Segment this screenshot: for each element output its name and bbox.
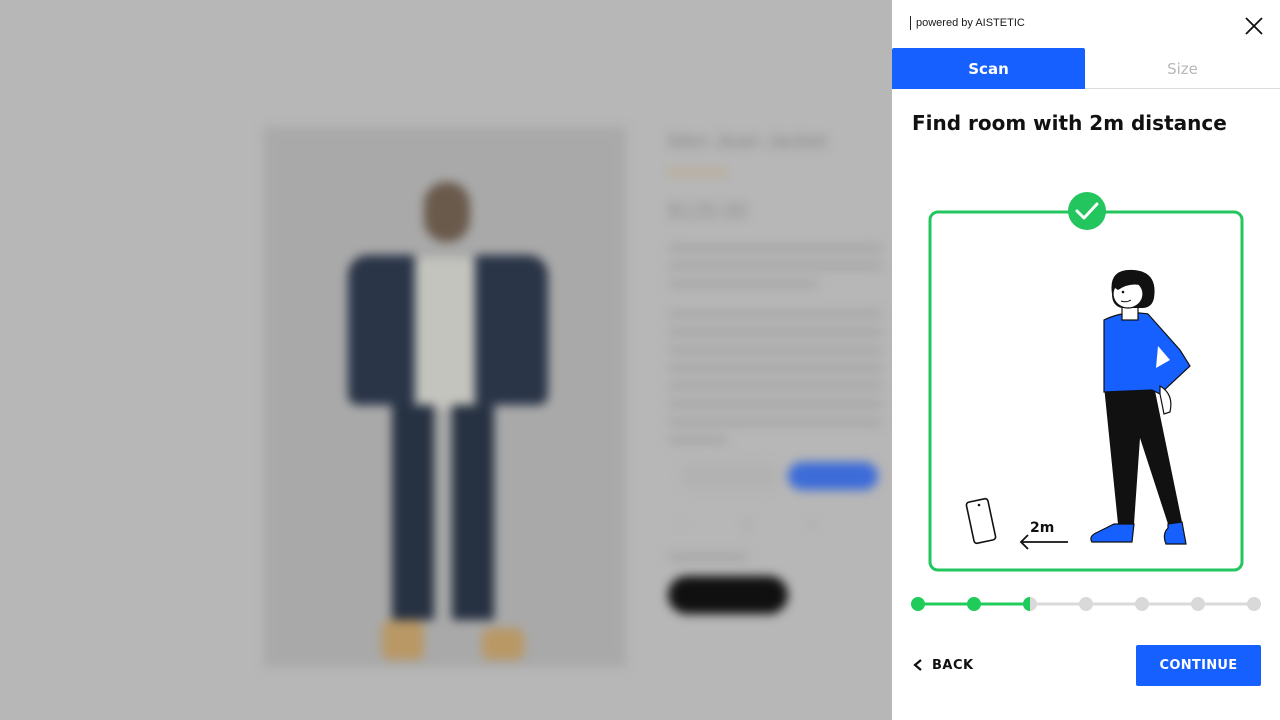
model-shoe-left: [382, 620, 424, 660]
progress-step: [911, 597, 925, 611]
progress-stepper: [911, 597, 1261, 611]
product-price: $120.00: [668, 198, 748, 223]
progress-step: [1135, 597, 1149, 611]
background-product-page: Men Jean Jacket ★★★★★ $120.00 − 1 +: [0, 0, 892, 720]
description-line: [668, 364, 883, 372]
description-line: [668, 262, 883, 270]
powered-by-label: powered by AISTETIC: [910, 16, 1025, 30]
continue-button[interactable]: CONTINUE: [1136, 645, 1261, 686]
model-jacket-left: [348, 255, 420, 405]
description-line: [668, 436, 728, 444]
description-line: [668, 400, 883, 408]
find-size-button: [788, 462, 878, 490]
model-leg-right: [452, 405, 494, 620]
progress-step: [1079, 597, 1093, 611]
tab-size[interactable]: Size: [1086, 48, 1279, 89]
model-shoe-right: [482, 628, 524, 660]
description-line: [668, 346, 883, 354]
model-head: [424, 182, 470, 242]
distance-label: 2m: [1030, 520, 1054, 536]
tab-scan[interactable]: Scan: [892, 48, 1085, 89]
stock-note: [668, 553, 748, 561]
progress-step: [1191, 597, 1205, 611]
model-leg-left: [392, 405, 434, 620]
chevron-left-icon: [913, 659, 922, 671]
description-line: [668, 244, 883, 252]
qty-value: 1: [742, 516, 750, 532]
description-line: [668, 382, 883, 390]
progress-step: [967, 597, 981, 611]
progress-step: [1247, 597, 1261, 611]
product-title: Men Jean Jacket: [668, 130, 827, 153]
product-rating: ★★★★★: [668, 165, 727, 179]
check-badge-icon: [1068, 192, 1106, 230]
description-line: [668, 280, 818, 288]
description-line: [668, 418, 883, 426]
description-line: [668, 310, 883, 318]
model-jacket-right: [470, 255, 548, 405]
model-shirt: [415, 258, 475, 408]
step-title: Find room with 2m distance: [912, 111, 1227, 135]
tab-bar: Scan Size: [892, 48, 1280, 89]
qty-plus: +: [808, 516, 817, 532]
back-button[interactable]: BACK: [912, 652, 974, 678]
qty-minus: −: [678, 516, 687, 532]
back-label: BACK: [932, 657, 974, 673]
description-line: [668, 328, 883, 336]
add-to-cart-button: [668, 576, 788, 614]
distance-illustration: 2m: [928, 192, 1244, 572]
progress-step-current: [1023, 597, 1030, 611]
size-select: [680, 462, 780, 490]
close-button[interactable]: [1242, 14, 1266, 38]
close-icon: [1245, 17, 1263, 35]
size-scan-panel: powered by AISTETIC Scan Size Find room …: [892, 0, 1280, 720]
